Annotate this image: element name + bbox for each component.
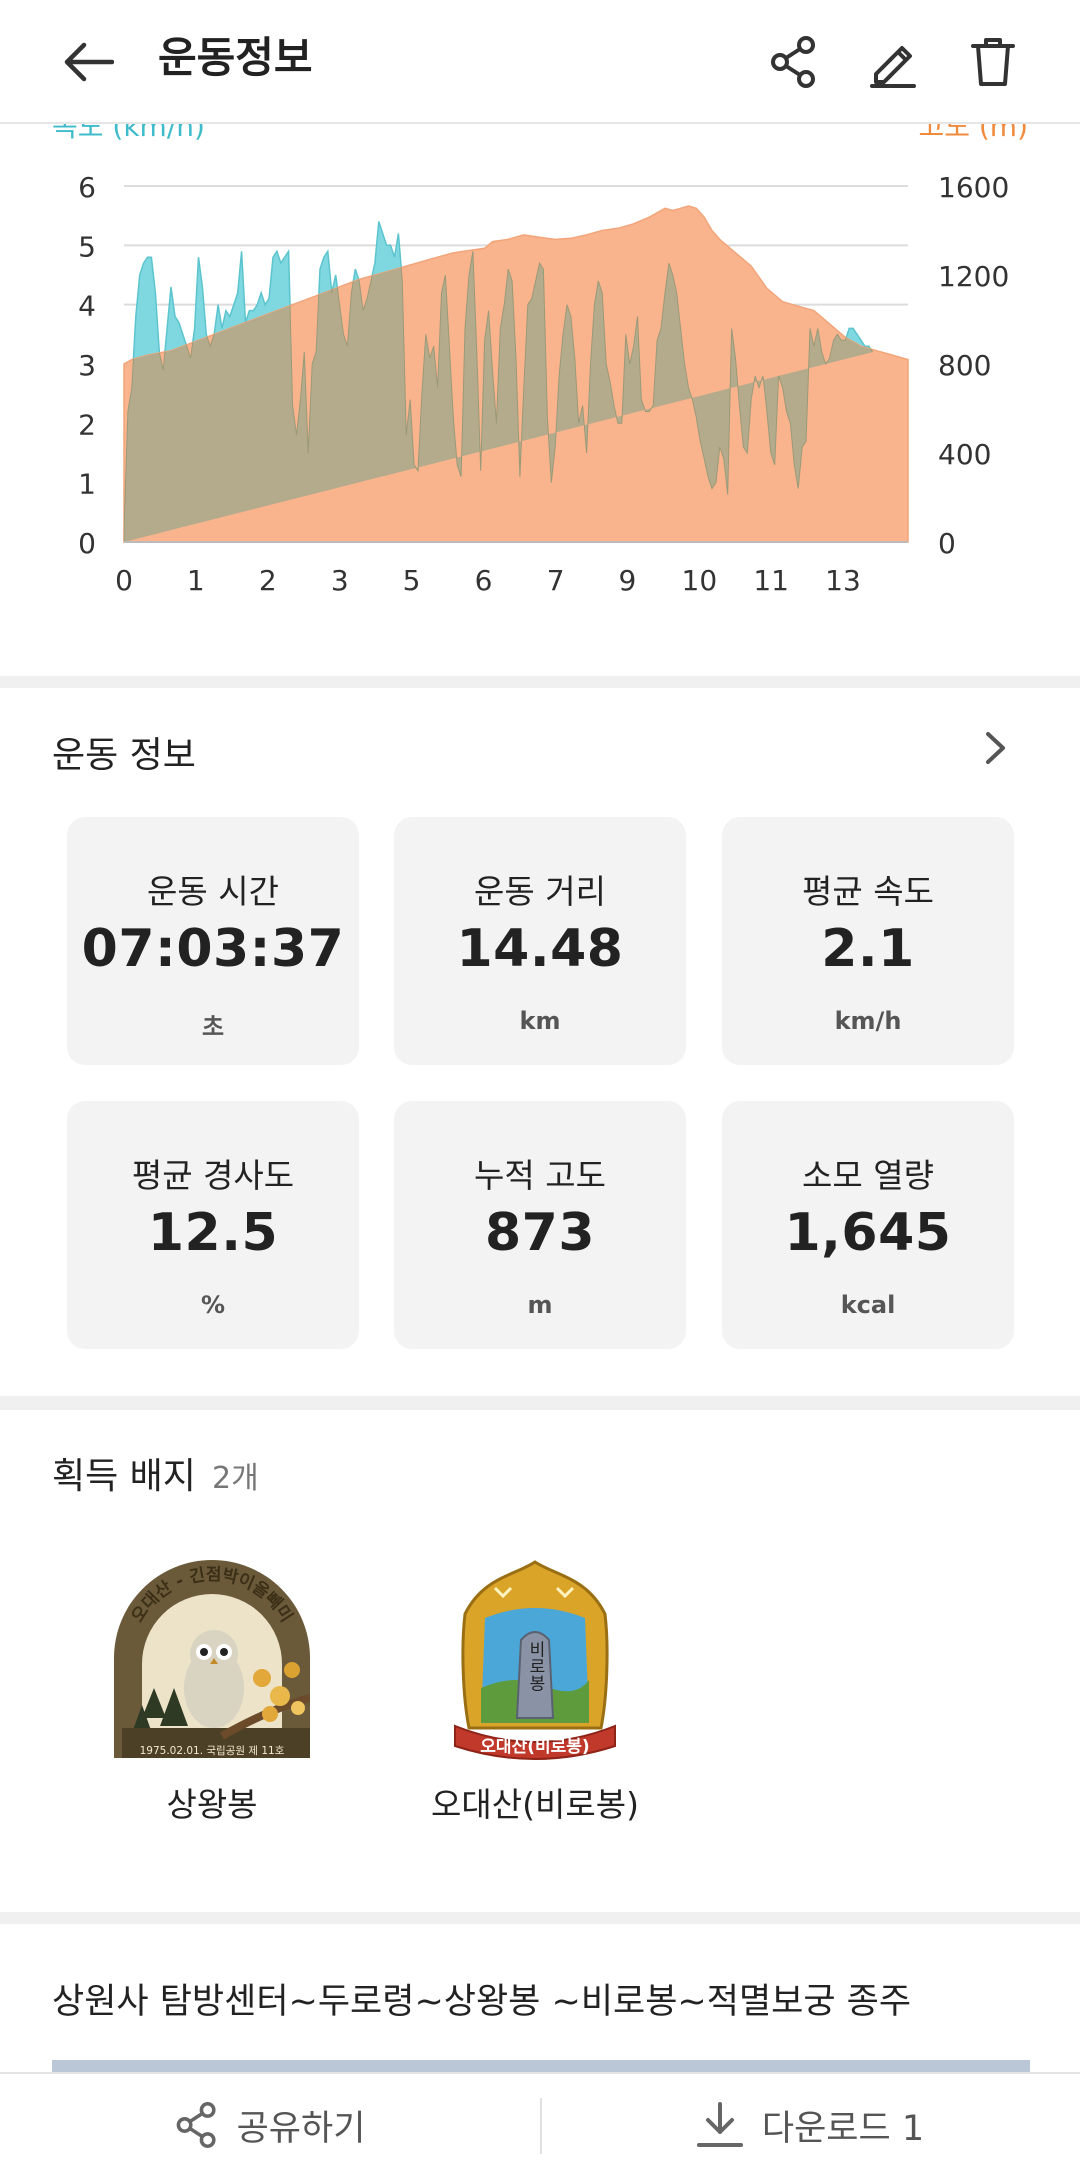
stat-value: 14.48 [456,919,624,979]
stat-card-distance: 운동 거리 14.48 km [394,817,686,1065]
birobong-stone-text: 비로봉 [525,1640,545,1691]
stat-label: 소모 열량 [802,1156,934,1195]
altitude-axis-title: 고도 (m) [918,124,1028,143]
share-label: 공유하기 [236,2108,366,2149]
x-tick-label: 10 [682,564,718,597]
x-tick-label: 7 [547,564,565,597]
x-tick-label: 0 [115,564,133,597]
badge-name: 오대산(비로봉) [431,1785,639,1824]
section-divider [0,676,1080,688]
back-arrow-icon [64,42,114,82]
trash-icon [971,38,1015,86]
owl-badge-footer-text: 1975.02.01. 국립공원 제 11호 [140,1744,285,1757]
badge-sangwangbong[interactable]: 오대산 - 긴점박이올빼미 1975.02.01. 국립공원 제 11호 상왕봉 [102,1558,322,1828]
delete-button[interactable] [957,26,1029,98]
share-icon [771,36,815,88]
bottom-action-bar: 공유하기 다운로드 1 [0,2072,1080,2176]
stat-label: 운동 거리 [474,872,606,911]
stat-label: 운동 시간 [147,872,279,911]
stat-value: 1,645 [784,1203,952,1263]
badges-section-title: 획득 배지 [52,1456,196,1497]
stat-card-avg-speed: 평균 속도 2.1 km/h [722,817,1014,1065]
stat-value: 873 [484,1203,596,1263]
stat-card-elevation-gain: 누적 고도 873 m [394,1101,686,1349]
stat-label: 평균 속도 [802,872,934,911]
stats-section-title: 운동 정보 [52,735,196,776]
stat-unit: % [200,1291,226,1319]
stat-card-duration: 운동 시간 07:03:37 초 [67,817,359,1065]
back-button[interactable] [52,26,124,98]
y-right-tick-label: 0 [938,527,956,560]
download-icon [696,2102,743,2147]
y-right-tick-label: 1600 [938,171,1009,204]
x-tick-label: 6 [475,564,493,597]
stat-label: 평균 경사도 [131,1156,295,1195]
x-tick-label: 13 [825,564,861,597]
stat-label: 누적 고도 [474,1156,606,1195]
y-left-tick-label: 6 [78,171,96,204]
edit-icon [870,46,916,88]
page-title: 운동정보 [158,33,313,82]
stat-unit: kcal [840,1291,896,1319]
section-divider [0,1912,1080,1924]
download-label: 다운로드 1 [761,2108,925,2149]
stat-value: 12.5 [147,1203,279,1263]
stat-unit: km [519,1007,561,1035]
stats-detail-button[interactable] [974,726,1018,770]
badge-name: 상왕봉 [166,1785,258,1824]
speed-altitude-chart: 0 1 2 3 4 5 6 0 400 800 1200 1600 0 1 2 3 5 6 7 9 10 11 13 속도 … [0,124,1080,676]
y-left-tick-label: 5 [78,230,96,263]
chevron-right-icon [986,732,1005,764]
y-left-tick-label: 2 [78,408,96,441]
bottom-download-button[interactable]: 다운로드 1 [540,2074,1080,2176]
share-icon [176,2102,216,2148]
x-tick-label: 9 [618,564,636,597]
badge-count: 2개 [212,1461,259,1496]
y-right-tick-label: 800 [938,349,991,382]
bottom-share-button[interactable]: 공유하기 [0,2074,540,2176]
stat-card-avg-slope: 평균 경사도 12.5 % [67,1101,359,1349]
stat-unit: m [527,1291,553,1319]
x-tick-label: 1 [187,564,205,597]
x-tick-label: 11 [753,564,789,597]
course-map-preview[interactable] [52,2060,1030,2072]
x-tick-label: 3 [331,564,349,597]
chart-canvas: 0 1 2 3 4 5 6 0 400 800 1200 1600 0 1 2 3 5 6 7 9 10 11 13 [78,171,1009,597]
app-header: 운동정보 [0,0,1080,124]
stat-value: 2.1 [821,919,915,979]
y-left-tick-label: 1 [78,468,96,501]
stat-card-calories: 소모 열량 1,645 kcal [722,1101,1014,1349]
share-button[interactable] [758,26,830,98]
speed-axis-title: 속도 (km/h) [52,124,205,143]
stat-unit: 초 [201,1013,225,1041]
stat-value: 07:03:37 [81,919,345,979]
y-right-tick-label: 400 [938,438,991,471]
birobong-ribbon-text: 오대산(비로봉) [480,1737,589,1757]
section-divider [0,1396,1080,1410]
stat-unit: km/h [834,1007,902,1035]
course-title: 상원사 탐방센터~두로령~상왕봉 ~비로봉~적멸보궁 종주 [52,1982,912,2022]
x-tick-label: 2 [259,564,277,597]
edit-button[interactable] [857,26,929,98]
badge-birobong[interactable]: 비로봉 오대산(비로봉) 오대산(비로봉) [425,1558,645,1828]
owl-badge-image: 오대산 - 긴점박이올빼미 1975.02.01. 국립공원 제 11호 [114,1560,310,1758]
x-tick-label: 5 [403,564,421,597]
y-left-tick-label: 3 [78,349,96,382]
y-right-tick-label: 1200 [938,260,1009,293]
y-left-tick-label: 0 [78,527,96,560]
y-left-tick-label: 4 [78,290,96,323]
birobong-badge-image: 비로봉 오대산(비로봉) [454,1560,616,1760]
